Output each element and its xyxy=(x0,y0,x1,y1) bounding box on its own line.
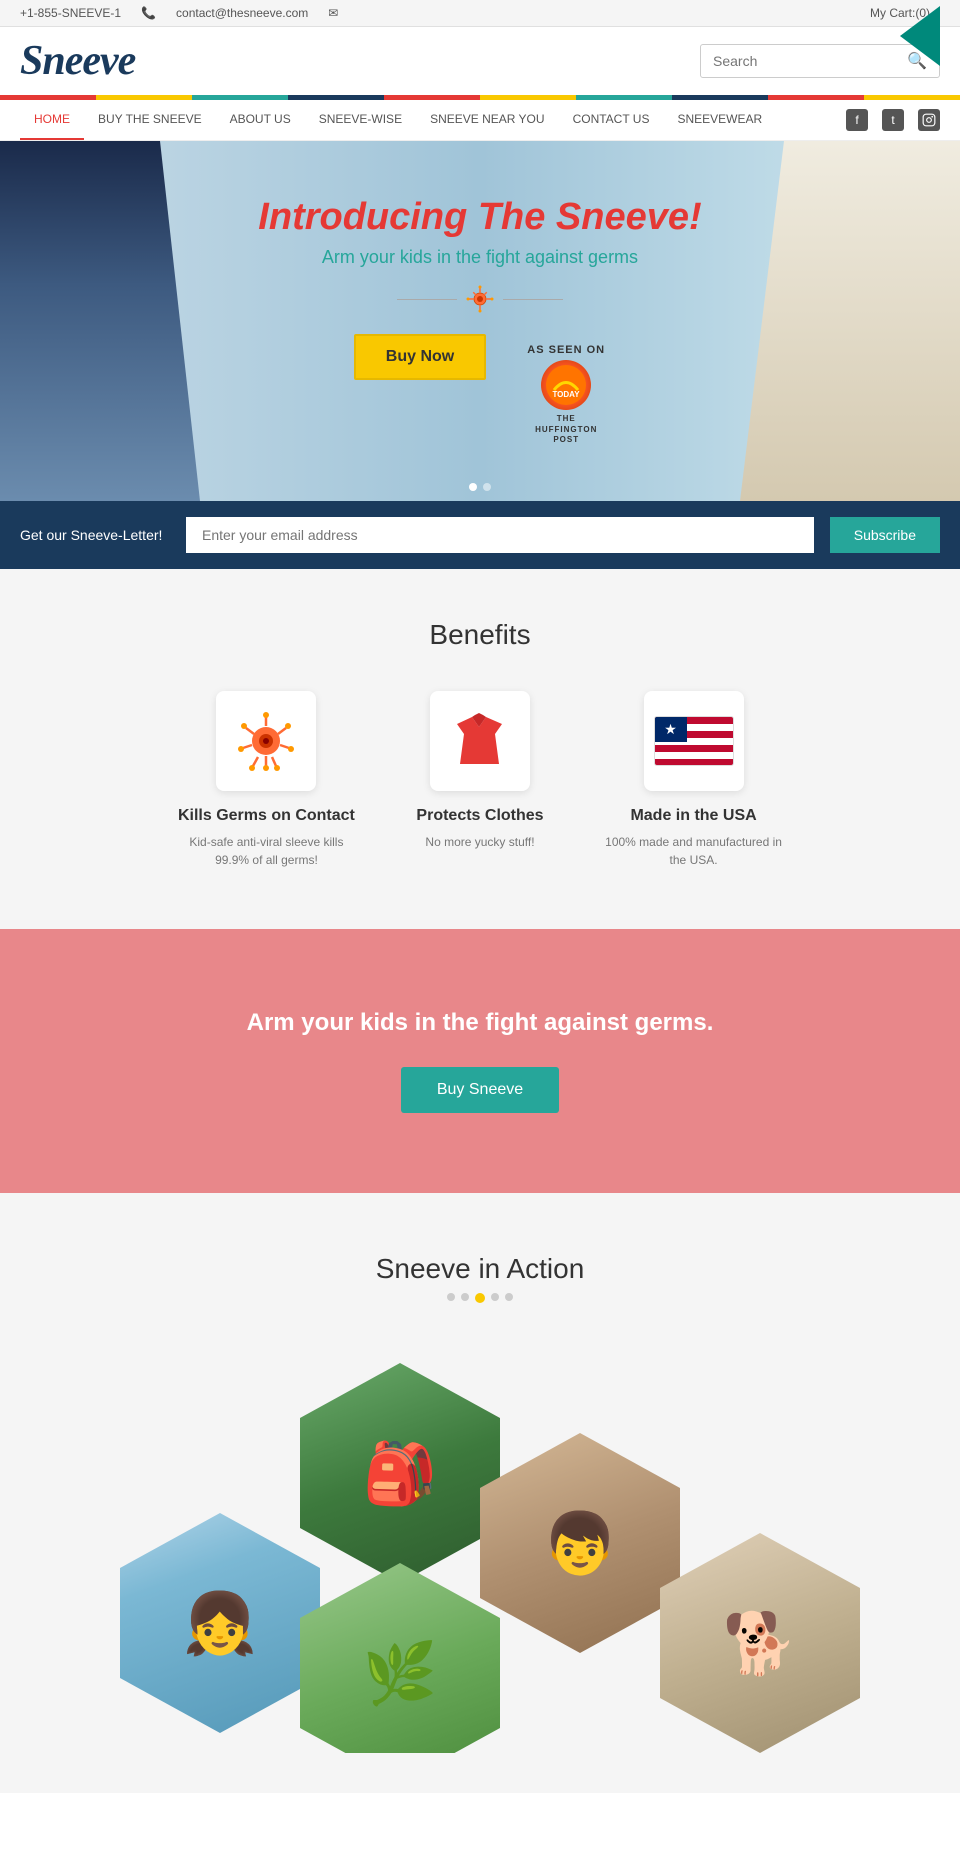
benefit-germs-desc: Kid-safe anti-viral sleeve kills 99.9% o… xyxy=(176,833,356,869)
action-dot-2[interactable] xyxy=(461,1293,469,1301)
nav-item-near-you[interactable]: SNEEVE NEAR YOU xyxy=(416,100,558,140)
benefit-clothes-title: Protects Clothes xyxy=(416,807,543,825)
top-bar: +1-855-SNEEVE-1 📞 contact@thesneeve.com … xyxy=(0,0,960,27)
benefit-germs-icon xyxy=(216,691,316,791)
hero-divider xyxy=(258,284,701,314)
action-section: Sneeve in Action 👧 🎒 🌿 xyxy=(0,1193,960,1793)
benefit-germs-title: Kills Germs on Contact xyxy=(176,807,356,825)
nav-item-buy[interactable]: BUY THE SNEEVE xyxy=(84,100,216,140)
germ-icon xyxy=(465,284,495,314)
action-dot-4[interactable] xyxy=(491,1293,499,1301)
slideshow-dots xyxy=(469,483,491,491)
nav-item-sneevewise[interactable]: SNEEVE-WISE xyxy=(305,100,416,140)
hex-photo-5: 🐕 xyxy=(660,1533,860,1753)
as-seen-on: AS SEEN ON TODAY THE HUFFINGTON POST xyxy=(526,344,606,445)
subscribe-button[interactable]: Subscribe xyxy=(830,517,940,553)
hex-photo-3: 🌿 xyxy=(300,1563,500,1753)
main-nav: HOME BUY THE SNEEVE ABOUT US SNEEVE-WISE… xyxy=(0,100,960,141)
nav-links: HOME BUY THE SNEEVE ABOUT US SNEEVE-WISE… xyxy=(20,100,776,140)
huffington-post-label: THE HUFFINGTON POST xyxy=(526,414,606,445)
benefit-usa: ★ Made in the USA 100% made and manufact… xyxy=(604,691,784,869)
benefits-section: Benefits xyxy=(0,569,960,929)
nav-item-about[interactable]: ABOUT US xyxy=(216,100,305,140)
benefit-usa-desc: 100% made and manufactured in the USA. xyxy=(604,833,784,869)
action-dot-3[interactable] xyxy=(475,1293,485,1303)
action-title: Sneeve in Action xyxy=(40,1253,920,1285)
cta-title: Arm your kids in the fight against germs… xyxy=(40,1009,920,1037)
newsletter-email-input[interactable] xyxy=(186,517,814,553)
hero-content: Introducing The Sneeve! Arm your kids in… xyxy=(258,196,701,445)
benefit-clothes: Protects Clothes No more yucky stuff! xyxy=(416,691,543,869)
hex-photo-1: 👧 xyxy=(120,1513,320,1733)
benefit-germs: Kills Germs on Contact Kid-safe anti-vir… xyxy=(176,691,356,869)
email-address: contact@thesneeve.com xyxy=(176,6,308,20)
hex-photo-2: 🎒 xyxy=(300,1363,500,1583)
svg-text:TODAY: TODAY xyxy=(553,390,581,399)
hero-section: Introducing The Sneeve! Arm your kids in… xyxy=(0,141,960,501)
nav-item-sneevewear[interactable]: SNEEVEWEAR xyxy=(663,100,776,140)
nav-item-home[interactable]: HOME xyxy=(20,100,84,140)
action-dots xyxy=(40,1293,920,1303)
today-logo: TODAY xyxy=(541,360,591,410)
benefits-grid: Kills Germs on Contact Kid-safe anti-vir… xyxy=(40,691,920,869)
phone-number: +1-855-SNEEVE-1 xyxy=(20,6,121,20)
benefits-title: Benefits xyxy=(40,619,920,651)
benefit-usa-title: Made in the USA xyxy=(604,807,784,825)
header: Sneeve 🔍 xyxy=(0,27,960,95)
slide-dot-2[interactable] xyxy=(483,483,491,491)
hex-photo-4: 👦 xyxy=(480,1433,680,1653)
action-dot-5[interactable] xyxy=(505,1293,513,1301)
newsletter-label: Get our Sneeve-Letter! xyxy=(20,527,170,543)
newsletter-bar: Get our Sneeve-Letter! Subscribe xyxy=(0,501,960,569)
buy-now-button[interactable]: Buy Now xyxy=(354,334,486,380)
benefit-clothes-icon xyxy=(430,691,530,791)
as-seen-on-label: AS SEEN ON xyxy=(527,344,605,356)
cta-section: Arm your kids in the fight against germs… xyxy=(0,929,960,1193)
site-logo[interactable]: Sneeve xyxy=(20,37,135,85)
slide-dot-1[interactable] xyxy=(469,483,477,491)
benefit-clothes-desc: No more yucky stuff! xyxy=(416,833,543,851)
hero-subtitle: Arm your kids in the fight against germs xyxy=(258,247,701,268)
nav-item-contact[interactable]: CONTACT US xyxy=(559,100,664,140)
social-links: f t xyxy=(846,109,940,131)
twitter-icon[interactable]: t xyxy=(882,109,904,131)
cart-triangle-decoration xyxy=(900,6,940,66)
instagram-icon[interactable] xyxy=(918,109,940,131)
hex-photo-grid: 👧 🎒 🌿 👦 🐕 xyxy=(40,1333,920,1753)
benefit-usa-icon: ★ xyxy=(644,691,744,791)
hero-title: Introducing The Sneeve! xyxy=(258,196,701,239)
action-dot-1[interactable] xyxy=(447,1293,455,1301)
search-input[interactable] xyxy=(713,53,907,69)
buy-sneeve-button[interactable]: Buy Sneeve xyxy=(401,1067,559,1113)
facebook-icon[interactable]: f xyxy=(846,109,868,131)
